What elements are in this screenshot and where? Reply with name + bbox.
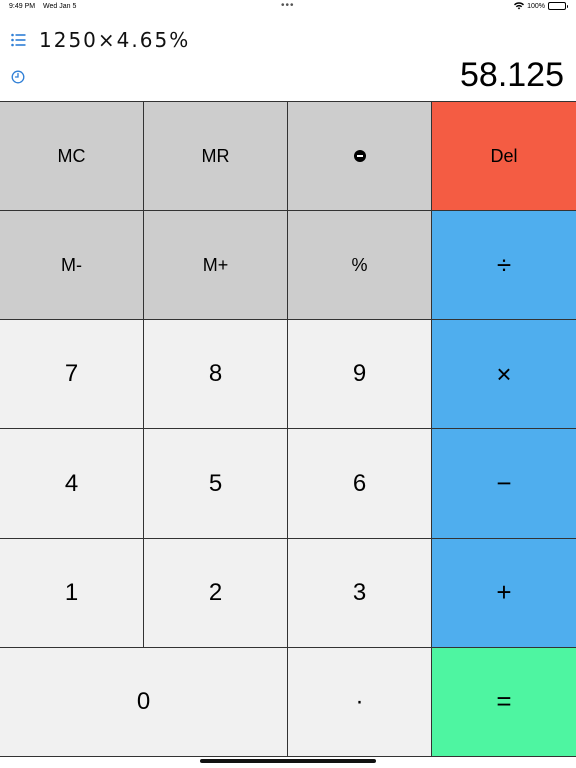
memory-recall-button[interactable]: MR [144, 102, 288, 212]
battery-icon [548, 2, 568, 10]
expression-display: 1250×4.65% [39, 28, 191, 52]
multitasking-dots-icon[interactable]: ••• [281, 0, 295, 11]
status-indicators: 100% [514, 2, 568, 10]
sign-toggle-button[interactable] [288, 102, 432, 212]
digit-7-button[interactable]: 7 [0, 320, 144, 430]
equals-button[interactable]: = [432, 647, 576, 757]
status-date: Wed Jan 5 [43, 3, 77, 10]
digit-0-button[interactable]: 0 [0, 647, 288, 757]
subtract-button[interactable]: − [432, 429, 576, 539]
digit-9-button[interactable]: 9 [288, 320, 432, 430]
digit-6-button[interactable]: 6 [288, 429, 432, 539]
digit-3-button[interactable]: 3 [288, 538, 432, 648]
digit-2-button[interactable]: 2 [144, 538, 288, 648]
digit-5-button[interactable]: 5 [144, 429, 288, 539]
status-bar: 9:49 PM Wed Jan 5 ••• 100% [0, 0, 576, 14]
divide-button[interactable]: ÷ [432, 211, 576, 321]
multiply-button[interactable]: × [432, 320, 576, 430]
battery-percent: 100% [527, 2, 545, 10]
memory-clear-button[interactable]: MC [0, 102, 144, 212]
percent-button[interactable]: % [288, 211, 432, 321]
result-display: 58.125 [460, 56, 564, 94]
memory-add-button[interactable]: M+ [144, 211, 288, 321]
add-button[interactable]: + [432, 538, 576, 648]
digit-4-button[interactable]: 4 [0, 429, 144, 539]
home-indicator[interactable] [200, 759, 376, 763]
list-icon[interactable] [11, 33, 26, 47]
decimal-button[interactable]: · [288, 647, 432, 757]
digit-8-button[interactable]: 8 [144, 320, 288, 430]
digit-1-button[interactable]: 1 [0, 538, 144, 648]
calculator-screen: 9:49 PM Wed Jan 5 ••• 100% 1250×4.65% 58… [0, 0, 576, 768]
clock-history-icon[interactable] [11, 70, 25, 84]
wifi-icon [514, 2, 525, 10]
minus-circle-icon [353, 150, 366, 163]
memory-subtract-button[interactable]: M- [0, 211, 144, 321]
keypad: MC MR Del M- M+ % ÷ 7 8 9 × 4 5 6 − 1 2 … [0, 101, 576, 757]
delete-button[interactable]: Del [432, 102, 576, 212]
status-time: 9:49 PM [9, 3, 36, 10]
